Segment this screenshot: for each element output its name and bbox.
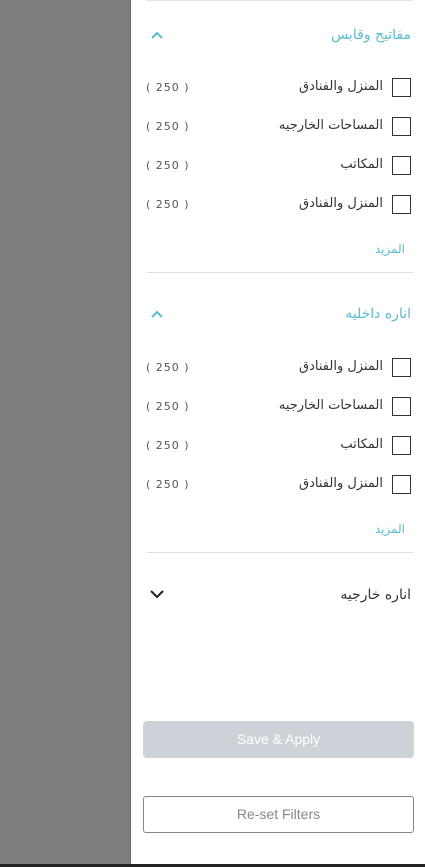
option-checkbox[interactable] [392,358,411,377]
option-checkbox[interactable] [392,78,411,97]
option-label: المنزل والفنادق [299,196,383,211]
filter-option[interactable]: ( 250 ) المنزل والفنادق [146,194,411,216]
filter-option[interactable]: ( 250 ) المساحات الخارجيه [146,116,411,138]
option-count: ( 250 ) [146,478,190,491]
save-apply-button[interactable]: Save & Apply [143,721,414,758]
reset-filters-button[interactable]: Re-set Filters [143,796,414,833]
option-checkbox[interactable] [392,475,411,494]
chevron-down-icon[interactable] [148,585,166,603]
section-header-switches[interactable]: مفاتيح وقابس [146,27,411,51]
chevron-up-icon[interactable] [148,27,166,45]
section-title: مفاتيح وقابس [331,27,411,43]
section-header-indoor-lighting[interactable]: اناره داخليه [146,306,411,330]
section-title: اناره خارجيه [340,587,411,603]
filter-panel: مفاتيح وقابس ( 250 ) المنزل والفنادق ( 2… [130,0,425,864]
option-label: المنزل والفنادق [299,79,383,94]
option-label: المنزل والفنادق [299,359,383,374]
filter-option[interactable]: ( 250 ) المساحات الخارجيه [146,396,411,418]
chevron-up-icon[interactable] [148,306,166,324]
section-title: اناره داخليه [345,306,411,322]
option-label: المساحات الخارجيه [278,118,383,133]
option-checkbox[interactable] [392,397,411,416]
section-divider [146,552,413,553]
option-count: ( 250 ) [146,400,190,413]
filter-option[interactable]: ( 250 ) المكاتب [146,435,411,457]
option-count: ( 250 ) [146,159,190,172]
option-checkbox[interactable] [392,195,411,214]
filter-option[interactable]: ( 250 ) المنزل والفنادق [146,77,411,99]
backdrop-overlay[interactable] [0,0,130,867]
filter-option[interactable]: ( 250 ) المنزل والفنادق [146,474,411,496]
option-label: المكاتب [340,157,383,172]
section-divider [146,272,413,273]
top-divider [146,0,413,1]
option-label: المكاتب [340,437,383,452]
filter-option[interactable]: ( 250 ) المكاتب [146,155,411,177]
option-checkbox[interactable] [392,117,411,136]
option-checkbox[interactable] [392,436,411,455]
option-count: ( 250 ) [146,439,190,452]
option-count: ( 250 ) [146,361,190,374]
option-label: المنزل والفنادق [299,476,383,491]
show-more-link[interactable]: المزيد [375,242,405,256]
option-count: ( 250 ) [146,81,190,94]
show-more-link[interactable]: المزيد [375,522,405,536]
option-count: ( 250 ) [146,198,190,211]
option-checkbox[interactable] [392,156,411,175]
option-count: ( 250 ) [146,120,190,133]
section-header-outdoor-lighting[interactable]: اناره خارجيه [146,585,411,609]
option-label: المساحات الخارجيه [278,398,383,413]
filter-option[interactable]: ( 250 ) المنزل والفنادق [146,357,411,379]
